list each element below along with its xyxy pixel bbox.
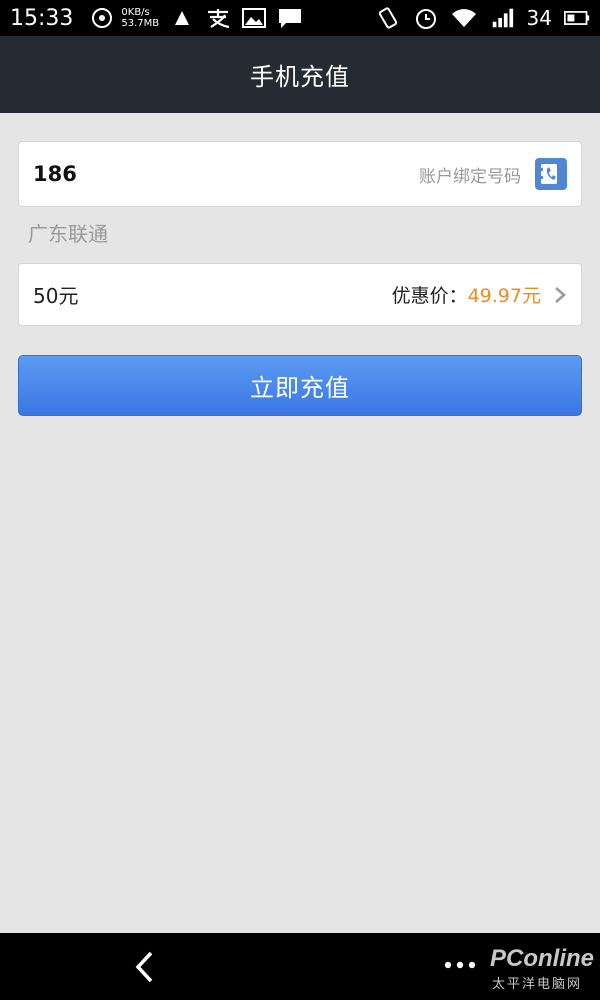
net-speed-total: 53.7MB: [121, 18, 160, 29]
phone-number-field[interactable]: 账户绑定号码: [18, 141, 582, 207]
recharge-now-button[interactable]: 立即充值: [18, 355, 582, 416]
amount-value: 50元: [33, 284, 79, 308]
carrier-label: 广东联通: [28, 222, 108, 246]
battery-level: 34: [526, 6, 552, 30]
alipay-icon: [205, 5, 231, 31]
phone-number-input[interactable]: [33, 162, 419, 186]
battery-icon: [564, 5, 590, 31]
svg-text:太平洋电脑网: 太平洋电脑网: [492, 977, 582, 992]
chevron-right-icon: [553, 286, 567, 304]
status-right: 34: [375, 5, 590, 31]
page-header: 手机充值: [0, 36, 600, 113]
page-title: 手机充值: [250, 63, 350, 91]
data-saver-icon: [89, 5, 115, 31]
bind-number-hint: 账户绑定号码: [419, 166, 521, 187]
status-bar: 15:33 0KB/s 53.7MB 34: [0, 0, 600, 36]
alarm-icon: [413, 5, 439, 31]
app-notification-icon: [169, 5, 195, 31]
pconline-watermark-logo: PConline 太平洋电脑网: [488, 938, 596, 996]
status-left: 15:33 0KB/s 53.7MB: [10, 5, 303, 31]
rotate-icon: [375, 5, 401, 31]
image-icon: [241, 5, 267, 31]
discount-label: 优惠价：: [391, 285, 468, 307]
svg-text:PConline: PConline: [490, 945, 594, 972]
more-options-icon[interactable]: [442, 953, 478, 977]
net-speed: 0KB/s 53.7MB: [121, 7, 159, 29]
message-icon: [277, 5, 303, 31]
amount-selector[interactable]: 50元 优惠价： 49.97元: [18, 263, 582, 326]
signal-3g-icon: [489, 5, 515, 31]
back-arrow-icon[interactable]: [130, 947, 160, 987]
wifi-icon: [451, 5, 477, 31]
contact-phone-icon[interactable]: [535, 158, 567, 190]
status-time: 15:33: [10, 5, 74, 31]
discount-price: 49.97元: [467, 285, 541, 307]
net-speed-rate: 0KB/s: [121, 7, 150, 18]
